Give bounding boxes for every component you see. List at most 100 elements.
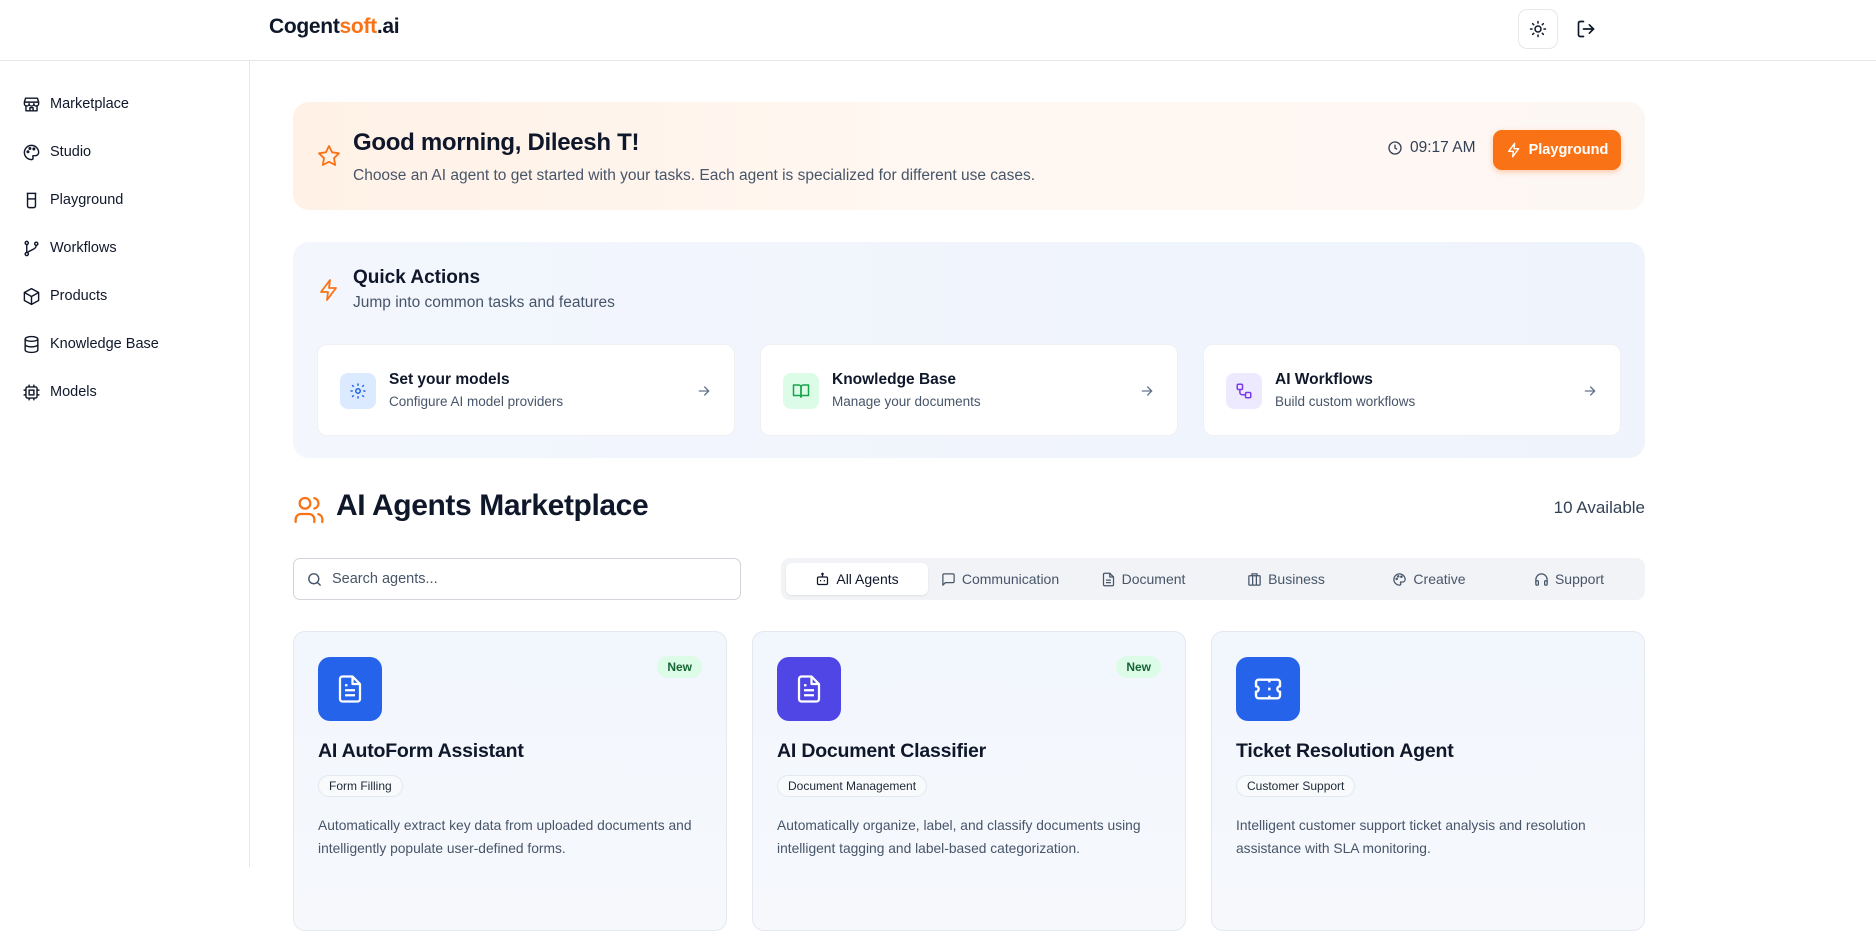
sidebar-item-playground[interactable]: Playground	[22, 186, 123, 214]
sidebar-item-label: Workflows	[50, 240, 117, 256]
new-badge: New	[1116, 656, 1161, 678]
sidebar-item-workflows[interactable]: Workflows	[22, 234, 117, 262]
logo[interactable]: Cogentsoft.ai	[269, 15, 400, 39]
quick-action-subtitle: Configure AI model providers	[389, 394, 564, 409]
tab-label: Creative	[1413, 571, 1466, 587]
sidebar-item-label: Knowledge Base	[50, 336, 159, 352]
quick-action-set-models[interactable]: Set your models Configure AI model provi…	[317, 344, 735, 436]
marketplace-title: AI Agents Marketplace	[336, 489, 649, 522]
agent-description: Automatically organize, label, and class…	[777, 818, 1141, 856]
quick-action-title: AI Workflows	[1275, 371, 1373, 388]
palette-icon	[1393, 572, 1407, 586]
agent-name: Ticket Resolution Agent	[1236, 740, 1454, 762]
workflow-icon	[1226, 373, 1262, 409]
search-box	[293, 558, 741, 600]
greeting-subtitle: Choose an AI agent to get started with y…	[353, 167, 1036, 184]
available-count: 10 Available	[1553, 498, 1645, 517]
theme-toggle-button[interactable]	[1518, 9, 1558, 49]
agent-name: AI AutoForm Assistant	[318, 740, 524, 762]
clock-icon	[1388, 141, 1402, 155]
current-time: 09:17 AM	[1387, 139, 1476, 157]
sidebar-item-studio[interactable]: Studio	[22, 138, 91, 166]
building-icon	[1248, 572, 1261, 586]
tab-label: Document	[1121, 571, 1186, 587]
playground-button-label: Playground	[1528, 142, 1609, 158]
search-icon	[308, 573, 321, 586]
agent-category-tag: Form Filling	[318, 775, 403, 797]
zap-icon	[1507, 142, 1519, 158]
quick-actions-panel: Quick Actions Jump into common tasks and…	[293, 242, 1645, 458]
sidebar-item-label: Models	[50, 384, 97, 400]
tab-label: Support	[1554, 571, 1605, 587]
tab-label: All Agents	[836, 571, 899, 587]
message-icon	[942, 572, 955, 586]
book-open-icon	[783, 373, 819, 409]
agent-category-tag: Customer Support	[1236, 775, 1356, 797]
tab-business[interactable]: Business	[1215, 563, 1357, 595]
tab-communication[interactable]: Communication	[929, 563, 1071, 595]
arrow-right-icon	[1584, 386, 1596, 396]
store-icon	[23, 96, 40, 112]
quick-actions-title: Quick Actions	[353, 267, 481, 288]
tab-creative[interactable]: Creative	[1358, 563, 1500, 595]
tab-all-agents[interactable]: All Agents	[786, 563, 928, 595]
file-text-icon	[777, 657, 841, 721]
database-icon	[24, 335, 39, 353]
search-input[interactable]	[332, 567, 722, 591]
greeting-banner: Good morning, Dileesh T! Choose an AI ag…	[293, 102, 1645, 210]
quick-action-ai-workflows[interactable]: AI Workflows Build custom workflows	[1203, 344, 1621, 436]
category-tabs: All Agents Communication Document Busine…	[781, 558, 1645, 600]
git-branch-icon	[24, 240, 39, 256]
agent-category-tag: Document Management	[777, 775, 928, 797]
agent-name: AI Document Classifier	[777, 740, 987, 762]
logo-text: Cogent	[269, 15, 340, 38]
arrow-right-icon	[1141, 386, 1153, 396]
new-badge: New	[657, 656, 702, 678]
playground-button[interactable]: Playground	[1493, 130, 1621, 170]
agent-description: Automatically extract key data from uplo…	[318, 818, 692, 856]
sidebar-item-marketplace[interactable]: Marketplace	[22, 90, 129, 118]
logout-button[interactable]	[1570, 13, 1602, 45]
logo-accent-text: soft	[339, 15, 378, 38]
quick-action-title: Knowledge Base	[832, 371, 957, 388]
sidebar-item-label: Playground	[50, 192, 124, 208]
sidebar-item-knowledge-base[interactable]: Knowledge Base	[22, 330, 159, 358]
beaker-icon	[26, 192, 37, 208]
agent-card-document-classifier[interactable]: New AI Document Classifier Document Mana…	[752, 631, 1186, 931]
tab-support[interactable]: Support	[1498, 563, 1640, 595]
bot-icon	[817, 572, 829, 585]
sidebar-item-models[interactable]: Models	[22, 378, 97, 406]
headphones-icon	[1535, 572, 1548, 586]
tab-document[interactable]: Document	[1072, 563, 1214, 595]
sidebar: Marketplace Studio Playground Workflows …	[0, 61, 250, 867]
zap-icon	[320, 279, 337, 301]
time-text: 09:17 AM	[1410, 139, 1476, 156]
agent-description: Intelligent customer support ticket anal…	[1236, 818, 1586, 856]
arrow-right-icon	[698, 386, 710, 396]
top-bar: Cogentsoft.ai	[0, 0, 1876, 61]
sidebar-item-label: Studio	[50, 144, 92, 160]
tab-label: Communication	[961, 571, 1060, 587]
ticket-icon	[1236, 657, 1300, 721]
sun-icon	[1529, 20, 1547, 38]
agent-card-ticket-resolution[interactable]: Ticket Resolution Agent Customer Support…	[1211, 631, 1645, 931]
sidebar-item-label: Marketplace	[50, 96, 129, 112]
quick-action-knowledge-base[interactable]: Knowledge Base Manage your documents	[760, 344, 1178, 436]
file-icon	[1102, 572, 1114, 586]
sidebar-item-products[interactable]: Products	[22, 282, 107, 310]
main-content: Good morning, Dileesh T! Choose an AI ag…	[250, 61, 1876, 931]
tab-label: Business	[1268, 571, 1325, 587]
logout-icon	[1577, 20, 1595, 38]
users-icon	[294, 496, 324, 524]
agent-card-autoform[interactable]: New AI AutoForm Assistant Form Filling A…	[293, 631, 727, 931]
package-icon	[23, 287, 40, 305]
file-text-icon	[318, 657, 382, 721]
quick-action-title: Set your models	[389, 371, 510, 388]
sidebar-item-label: Products	[50, 288, 108, 304]
quick-actions-subtitle: Jump into common tasks and features	[353, 294, 615, 311]
greeting-title: Good morning, Dileesh T!	[353, 129, 640, 156]
palette-icon	[23, 144, 40, 160]
cpu-icon	[23, 384, 40, 400]
quick-action-subtitle: Build custom workflows	[1275, 394, 1416, 409]
star-icon	[318, 145, 340, 166]
